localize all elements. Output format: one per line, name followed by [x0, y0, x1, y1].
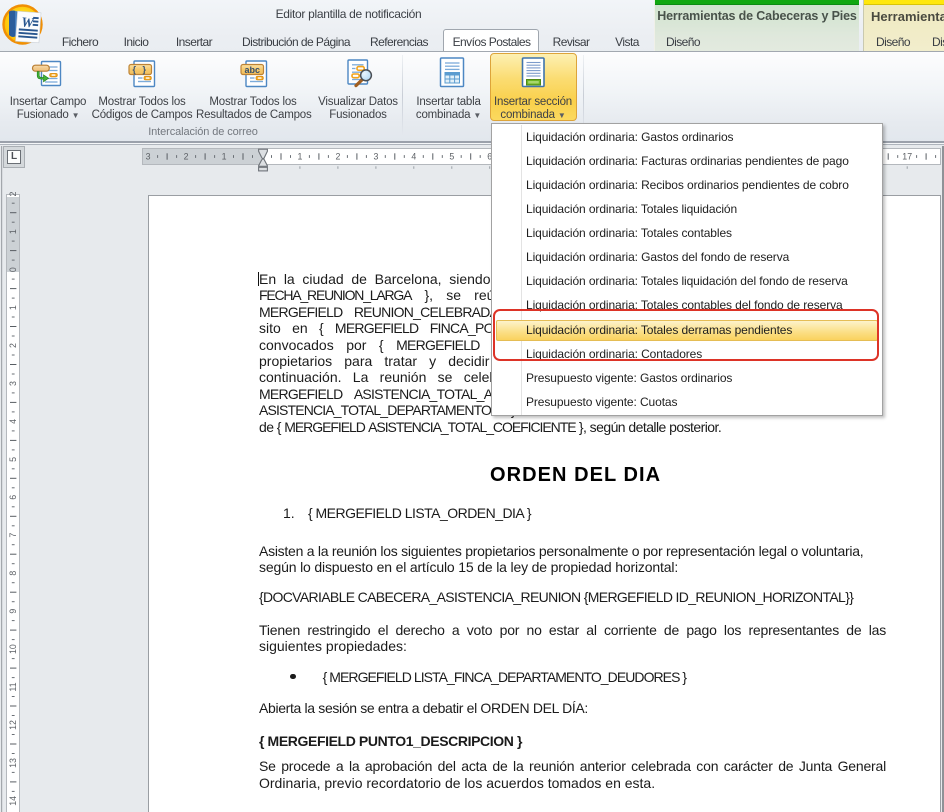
svg-text:8: 8 [8, 571, 18, 576]
svg-text:13: 13 [8, 758, 18, 768]
svg-text:14: 14 [8, 796, 18, 806]
svg-text:2: 2 [184, 152, 189, 162]
svg-text:7: 7 [8, 533, 18, 538]
svg-text:1: 1 [222, 152, 227, 162]
svg-text:2: 2 [335, 152, 340, 162]
svg-text:4: 4 [411, 152, 416, 162]
svg-text:3: 3 [373, 152, 378, 162]
svg-text:3: 3 [8, 381, 18, 386]
svg-text:17: 17 [902, 152, 912, 162]
svg-text:2: 2 [8, 343, 18, 348]
svg-text:1: 1 [8, 305, 18, 310]
svg-text:10: 10 [8, 644, 18, 654]
svg-text:0: 0 [8, 267, 18, 272]
svg-text:12: 12 [8, 720, 18, 730]
svg-text:6: 6 [8, 495, 18, 500]
svg-text:1: 1 [8, 229, 18, 234]
svg-text:2: 2 [8, 191, 18, 196]
svg-text:11: 11 [8, 682, 18, 691]
svg-text:5: 5 [449, 152, 454, 162]
svg-text:9: 9 [8, 609, 18, 614]
svg-text:4: 4 [8, 419, 18, 424]
svg-text:3: 3 [146, 152, 151, 162]
svg-text:1: 1 [297, 152, 302, 162]
svg-text:5: 5 [8, 457, 18, 462]
